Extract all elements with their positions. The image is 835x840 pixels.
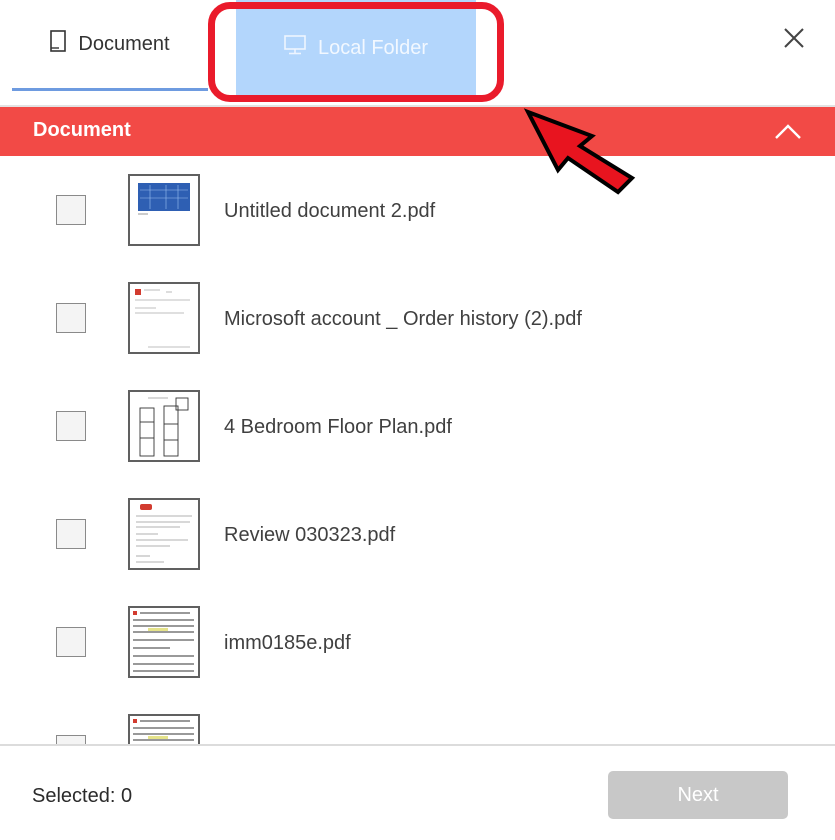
file-list: Untitled document 2.pdf Microsoft accoun… <box>0 156 835 744</box>
list-item[interactable] <box>0 696 835 744</box>
document-icon <box>50 30 67 58</box>
section-header-document[interactable]: Document <box>0 107 835 156</box>
list-item[interactable]: imm0185e.pdf <box>0 588 835 696</box>
list-item[interactable]: Microsoft account _ Order history (2).pd… <box>0 264 835 372</box>
file-thumbnail <box>128 714 200 744</box>
file-thumbnail <box>128 282 200 354</box>
file-thumbnail <box>128 390 200 462</box>
file-checkbox[interactable] <box>56 195 86 225</box>
file-name: Review 030323.pdf <box>224 524 396 546</box>
file-thumbnail <box>128 174 200 246</box>
file-checkbox[interactable] <box>56 411 86 441</box>
selected-count: Selected: 0 <box>32 785 133 807</box>
file-checkbox[interactable] <box>56 519 86 549</box>
file-name: Microsoft account _ Order history (2).pd… <box>224 308 582 330</box>
close-icon[interactable] <box>778 22 810 54</box>
footer-divider <box>0 744 835 746</box>
file-checkbox[interactable] <box>56 735 86 744</box>
file-checkbox[interactable] <box>56 303 86 333</box>
file-thumbnail <box>128 498 200 570</box>
section-title: Document <box>33 119 131 141</box>
next-button[interactable]: Next <box>608 771 788 819</box>
file-name: 4 Bedroom Floor Plan.pdf <box>224 416 452 438</box>
tab-document[interactable]: Document <box>12 0 208 91</box>
chevron-up-icon[interactable] <box>773 117 803 147</box>
file-checkbox[interactable] <box>56 627 86 657</box>
list-item[interactable]: 4 Bedroom Floor Plan.pdf <box>0 372 835 480</box>
tab-document-label: Document <box>78 32 170 55</box>
annotation-highlight-box <box>208 2 504 102</box>
file-name: imm0185e.pdf <box>224 632 351 654</box>
list-item[interactable]: Untitled document 2.pdf <box>0 156 835 264</box>
list-item[interactable]: Review 030323.pdf <box>0 480 835 588</box>
file-name: Untitled document 2.pdf <box>224 200 436 222</box>
file-thumbnail <box>128 606 200 678</box>
